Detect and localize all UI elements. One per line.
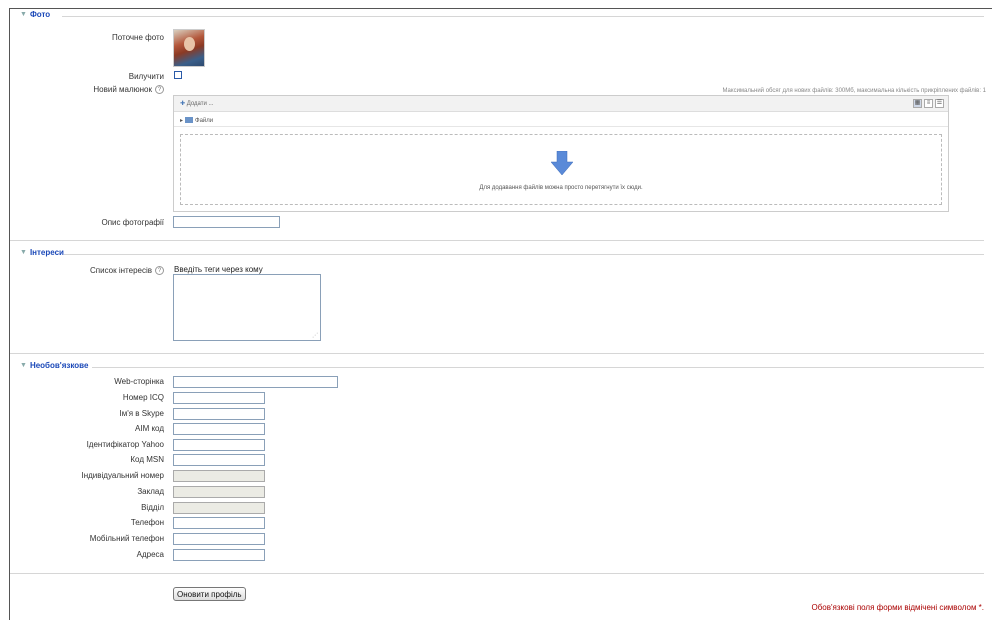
- update-profile-button[interactable]: Оновити профіль: [173, 587, 246, 601]
- view-list-icon[interactable]: ≡: [924, 99, 933, 108]
- photo-description-label: Опис фотографії: [101, 218, 164, 227]
- msn-input[interactable]: [173, 454, 265, 466]
- add-file-label: Додати ...: [186, 101, 214, 107]
- field-label-department: Відділ: [141, 503, 164, 512]
- phone-input[interactable]: [173, 517, 265, 529]
- field-label-icq: Номер ICQ: [122, 393, 164, 402]
- collapse-triangle-icon: ▼: [20, 11, 27, 18]
- section-optional-header[interactable]: ▼ Необов'язкове: [20, 361, 93, 370]
- skype-input[interactable]: [173, 408, 265, 420]
- divider: [10, 573, 984, 574]
- interests-hint: Введіть теги через кому: [174, 265, 263, 274]
- delete-photo-label: Вилучити: [128, 72, 164, 81]
- file-path-bar: ▸ Файли: [174, 113, 948, 127]
- view-switcher: ▦ ≡ ☰: [913, 99, 944, 108]
- field-label-mobile: Мобільний телефон: [89, 534, 164, 543]
- aim-input[interactable]: [173, 423, 265, 435]
- field-label-id-number: Індивідуальний номер: [81, 471, 164, 480]
- icq-input[interactable]: [173, 392, 265, 404]
- file-manager: ✚ Додати ... ▦ ≡ ☰ ▸ Файли Для додавання …: [173, 95, 949, 212]
- interests-textarea[interactable]: ⋰: [173, 274, 321, 341]
- divider: [10, 353, 984, 354]
- max-file-info: Максимальний обсяг для нових файлів: 300…: [722, 88, 986, 94]
- add-file-button[interactable]: ✚ Додати ...: [180, 100, 214, 107]
- section-interests-rule: [64, 254, 984, 255]
- section-photo-rule: [62, 16, 984, 17]
- mobile-phone-input[interactable]: [173, 533, 265, 545]
- folder-icon: [185, 117, 194, 124]
- current-photo-image: [173, 29, 205, 67]
- view-icons-icon[interactable]: ▦: [913, 99, 922, 108]
- section-optional-title: Необов'язкове: [29, 361, 89, 370]
- help-icon[interactable]: ?: [155, 85, 164, 95]
- interests-label-row: Список інтересів?: [90, 266, 164, 276]
- divider: [10, 240, 984, 241]
- field-label-aim: AIM код: [135, 424, 164, 433]
- field-label-phone: Телефон: [130, 518, 164, 527]
- field-label-skype: Ім'я в Skype: [119, 409, 164, 418]
- web-page-input[interactable]: [173, 376, 338, 388]
- view-tree-icon[interactable]: ☰: [935, 99, 944, 108]
- address-input[interactable]: [173, 549, 265, 561]
- collapse-triangle-icon: ▼: [20, 249, 27, 256]
- interests-label: Список інтересів: [90, 266, 152, 275]
- yahoo-input[interactable]: [173, 439, 265, 451]
- department-input: [173, 502, 265, 514]
- file-manager-toolbar: ✚ Додати ... ▦ ≡ ☰: [174, 96, 948, 112]
- field-label-yahoo: Ідентифікатор Yahoo: [86, 440, 164, 449]
- add-file-icon: ✚: [180, 101, 186, 107]
- field-label-web-page: Web-сторінка: [114, 377, 164, 386]
- new-picture-label-row: Новий малюнок?: [93, 85, 164, 95]
- new-picture-label: Новий малюнок: [93, 85, 152, 94]
- section-interests-title: Інтереси: [29, 248, 64, 257]
- section-photo-title: Фото: [29, 10, 51, 19]
- resize-grip-icon[interactable]: ⋰: [312, 332, 318, 339]
- download-arrow-icon: [551, 151, 573, 175]
- collapse-triangle-icon: ▼: [20, 362, 27, 369]
- required-fields-note: Обов'язкові поля форми відмічені символо…: [811, 603, 985, 612]
- field-label-institution: Заклад: [137, 487, 164, 496]
- field-label-address: Адреса: [136, 550, 164, 559]
- field-label-msn: Код MSN: [130, 455, 164, 464]
- section-photo-header[interactable]: ▼ Фото: [20, 10, 55, 19]
- delete-photo-checkbox[interactable]: [174, 71, 182, 79]
- path-arrow-icon: ▸: [180, 118, 184, 124]
- file-drop-zone[interactable]: Для додавання файлів можна просто перетя…: [180, 134, 942, 205]
- drop-zone-text: Для додавання файлів можна просто перетя…: [479, 185, 643, 191]
- section-optional-rule: [92, 367, 984, 368]
- current-photo-label: Поточне фото: [111, 33, 164, 42]
- institution-input: [173, 486, 265, 498]
- path-files-link[interactable]: Файли: [195, 118, 213, 124]
- photo-description-input[interactable]: [173, 216, 280, 228]
- id-number-input: [173, 470, 265, 482]
- help-icon[interactable]: ?: [155, 266, 164, 276]
- section-interests-header[interactable]: ▼ Інтереси: [20, 248, 68, 257]
